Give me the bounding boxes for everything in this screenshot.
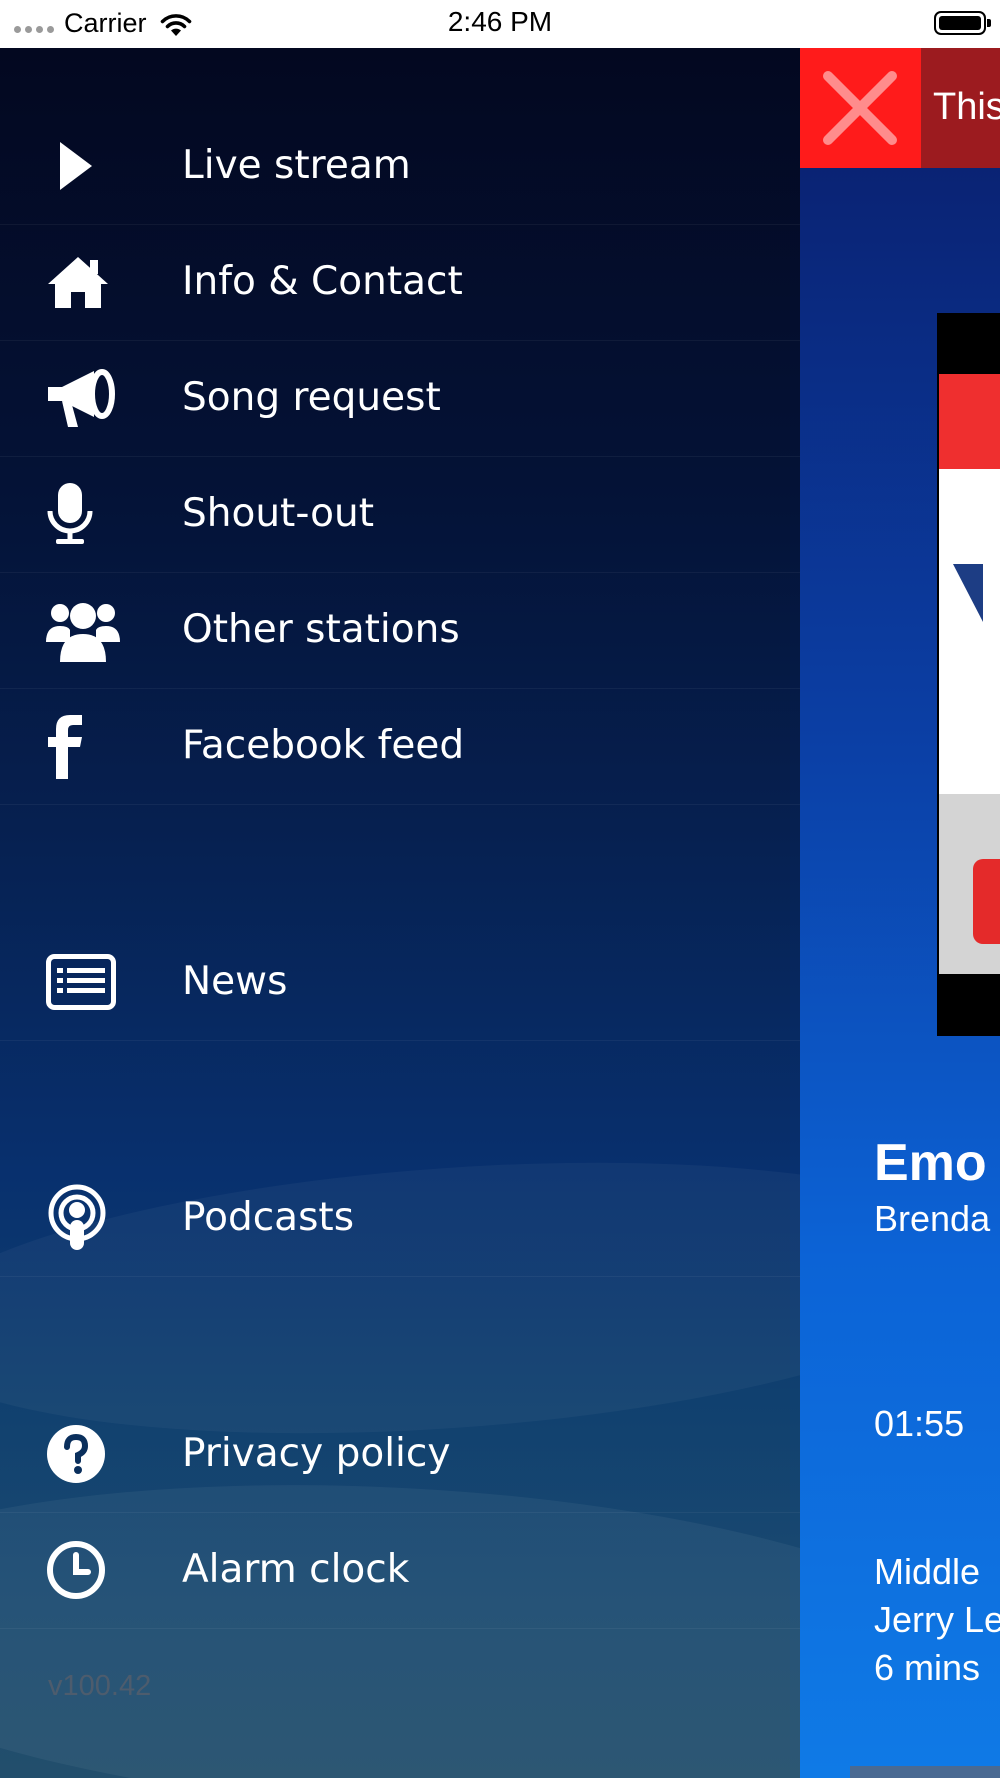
- notice-bar: This: [800, 48, 1000, 168]
- menu-item-info-contact[interactable]: Info & Contact: [0, 224, 800, 341]
- elapsed-time: 01:55: [874, 1403, 965, 1444]
- menu-item-label: News: [182, 959, 288, 1004]
- player-screen: This Emo Brenda 01:55 Middle Jerry Le 6 …: [800, 48, 1000, 1778]
- next-program-line: Middle: [874, 1551, 981, 1592]
- side-menu: Live stream Info & Contact Song request: [0, 48, 800, 1778]
- app-version: v100.42: [48, 1670, 152, 1702]
- menu-item-label: Other stations: [182, 607, 460, 652]
- menu-item-label: Privacy policy: [182, 1431, 451, 1476]
- facebook-icon: [46, 715, 122, 779]
- battery-icon: [934, 11, 991, 35]
- menu-item-podcasts[interactable]: Podcasts: [0, 1160, 800, 1277]
- menu-item-label: Alarm clock: [182, 1547, 410, 1592]
- users-icon: [46, 600, 122, 662]
- menu-item-label: Info & Contact: [182, 259, 463, 304]
- next-program-info: Middle Jerry Le 6 mins: [874, 1548, 1000, 1692]
- song-artist: Brenda: [874, 1198, 991, 1239]
- menu-item-label: Podcasts: [182, 1195, 355, 1240]
- podcast-icon: [46, 1184, 122, 1250]
- bottom-panel-edge: [850, 1766, 1000, 1778]
- menu-item-facebook-feed[interactable]: Facebook feed: [0, 688, 800, 805]
- menu-item-song-request[interactable]: Song request: [0, 340, 800, 457]
- status-bar: Carrier 2:46 PM: [0, 0, 1000, 48]
- news-icon: [46, 952, 122, 1012]
- megaphone-icon: [46, 368, 122, 428]
- notice-text: This: [933, 86, 1000, 128]
- menu-item-label: Song request: [182, 375, 441, 420]
- clock-icon: [46, 1540, 122, 1600]
- menu-item-shout-out[interactable]: Shout-out: [0, 456, 800, 573]
- menu-item-privacy-policy[interactable]: Privacy policy: [0, 1396, 800, 1513]
- album-art: [937, 313, 1000, 1036]
- menu-item-label: Live stream: [182, 143, 411, 188]
- microphone-icon: [46, 483, 122, 544]
- close-icon: [823, 71, 897, 145]
- menu-item-alarm-clock[interactable]: Alarm clock: [0, 1512, 800, 1629]
- next-program-line: 6 mins: [874, 1647, 981, 1688]
- question-icon: [46, 1424, 122, 1484]
- home-icon: [46, 252, 122, 312]
- menu-item-news[interactable]: News: [0, 924, 800, 1041]
- song-title: Emo: [874, 1134, 987, 1192]
- menu-item-live-stream[interactable]: Live stream: [0, 108, 800, 225]
- clock-time: 2:46 PM: [447, 6, 553, 37]
- play-icon: [46, 136, 122, 196]
- menu-item-label: Facebook feed: [182, 723, 465, 768]
- next-program-line: Jerry Le: [874, 1599, 1000, 1640]
- close-button[interactable]: [800, 48, 921, 168]
- menu-item-other-stations[interactable]: Other stations: [0, 572, 800, 689]
- menu-item-label: Shout-out: [182, 491, 375, 536]
